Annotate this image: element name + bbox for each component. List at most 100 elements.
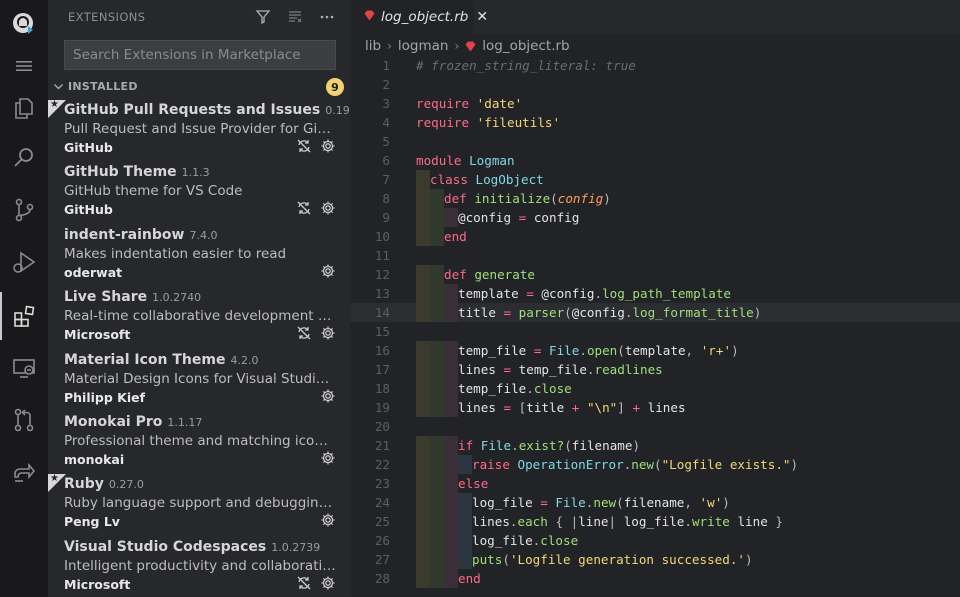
extensions-icon[interactable] [0,292,48,340]
indent-guide [430,493,444,512]
code-line[interactable]: 5 [350,132,960,151]
close-icon[interactable]: ✕ [476,9,488,25]
code-line[interactable]: 15 [350,322,960,341]
indent-guide [430,569,444,588]
extension-item[interactable]: Visual Studio Codespaces 1.0.2739 Intellig… [48,537,350,597]
code-token: template [624,343,686,358]
line-number: 7 [382,172,390,187]
code-line[interactable]: 3 require 'date' [350,94,960,113]
gear-icon[interactable] [320,325,336,341]
code-token: log_format_title [632,305,754,320]
installed-section-header[interactable]: INSTALLED 9 [48,77,350,97]
code-token: = [503,362,519,377]
code-line[interactable]: 16 temp_file = File.open(template, 'r+') [350,341,960,360]
search-icon[interactable] [0,134,48,182]
code-line[interactable]: 10 end [350,227,960,246]
code-token: end [444,229,467,244]
gear-icon[interactable] [320,575,336,591]
gear-icon[interactable] [320,512,336,528]
indent-guide [444,493,458,512]
extension-version: 4.2.0 [230,353,259,367]
sync-ignored-icon[interactable] [296,575,312,591]
sync-ignored-icon[interactable] [296,138,312,154]
more-actions-icon[interactable] [318,8,336,26]
sync-ignored-icon[interactable] [296,325,312,341]
extensions-search-box[interactable] [64,40,336,70]
code-line[interactable]: 24 log_file = File.new(filename, 'w') [350,493,960,512]
indent-guide [416,379,430,398]
code-token: File [480,438,512,453]
menu-icon[interactable] [0,42,48,90]
code-line[interactable]: 8 def initialize(config) [350,189,960,208]
code-line[interactable]: 1 # frozen_string_literal: true [350,56,960,75]
clear-results-icon[interactable] [286,8,304,26]
indent-guide [430,436,444,455]
extension-item[interactable]: Monokai Pro 1.1.17 Professional theme and … [48,412,350,474]
accounts-icon[interactable] [0,0,48,48]
extension-description: Professional theme and matching icons, f… [64,432,336,449]
extension-item[interactable]: GitHub Theme 1.1.3 GitHub theme for VS Cod… [48,162,350,224]
code-line[interactable]: 9 @config = config [350,208,960,227]
code-text: def generate [444,265,535,284]
live-share-icon[interactable] [0,448,48,496]
code-line[interactable]: 12 def generate [350,265,960,284]
code-line[interactable]: 4 require 'fileutils' [350,113,960,132]
extension-item[interactable]: ★GitHub Pull Requests and Issues0.19.0Pu… [48,99,350,162]
code-token: 'fileutils' [476,115,561,130]
indent-guide [416,284,430,303]
code-line[interactable]: 6 module Logman [350,151,960,170]
code-token: . [594,286,603,301]
gear-icon[interactable] [320,200,336,216]
extension-item[interactable]: indent-rainbow 7.4.0 Makes indentation eas… [48,225,350,287]
code-token: filename [623,495,685,510]
code-token: temp_file [458,381,527,396]
breadcrumb-item[interactable]: log_object.rb [482,38,569,54]
code-line[interactable]: 26 log_file.close [350,531,960,550]
code-token: ( [564,438,572,453]
code-line[interactable]: 11 [350,246,960,265]
indent-guide [444,550,458,569]
code-line[interactable]: 21 if File.exist?(filename) [350,436,960,455]
gear-icon[interactable] [320,388,336,404]
tab-log-object-rb[interactable]: log_object.rb ✕ [350,0,488,34]
code-token: filename [571,438,633,453]
indent-guide [416,189,430,208]
breadcrumb-item[interactable]: lib [365,38,381,54]
code-line[interactable]: 17 lines = temp_file.readlines [350,360,960,379]
breadcrumb-item[interactable]: logman [398,38,449,54]
code-line[interactable]: 18 temp_file.close [350,379,960,398]
pull-requests-icon[interactable] [0,396,48,444]
code-line[interactable]: 7 class LogObject [350,170,960,189]
code-line[interactable]: 25 lines.each { |line| log_file.write lin… [350,512,960,531]
extension-publisher: Microsoft [64,576,131,592]
code-line[interactable]: 2 [350,75,960,94]
extension-item[interactable]: Material Icon Theme 4.2.0 Material Design … [48,350,350,412]
remote-explorer-icon[interactable] [0,344,48,392]
code-token: , [684,495,700,510]
filter-icon[interactable] [254,8,272,26]
gear-icon[interactable] [320,263,336,279]
gear-icon[interactable] [320,450,336,466]
code-editor[interactable]: 1 # frozen_string_literal: true 2 3 require … [350,56,960,588]
code-token: lines [647,400,686,415]
extension-publisher: Philipp Kief [64,389,146,405]
code-line[interactable]: 22 raise OperationError.new("Logfile exis… [350,455,960,474]
code-line[interactable]: 19 lines = [title + "\n"] + lines [350,398,960,417]
code-line[interactable]: 20 [350,417,960,436]
gear-icon[interactable] [320,138,336,154]
extension-item[interactable]: ★ Ruby 0.27.0 Ruby language support and deb… [48,473,350,536]
code-line[interactable]: 23 else [350,474,960,493]
code-line[interactable]: 13 template = @config.log_path_template [350,284,960,303]
code-line[interactable]: 28 end [350,569,960,588]
source-control-icon[interactable] [0,186,48,234]
extension-item[interactable]: Live Share 1.0.2740 Real-time collaborativ… [48,287,350,349]
code-token: ] [617,400,633,415]
code-token: new [593,495,617,510]
code-line[interactable]: 27 puts('Logfile generation successed.') [350,550,960,569]
sync-ignored-icon[interactable] [296,200,312,216]
code-text: end [444,227,467,246]
extensions-search-input[interactable] [71,46,329,64]
code-line[interactable]: 14 title = parser(@config.log_format_titl… [350,303,960,322]
explorer-icon[interactable] [0,84,48,132]
debug-icon[interactable] [0,238,48,286]
